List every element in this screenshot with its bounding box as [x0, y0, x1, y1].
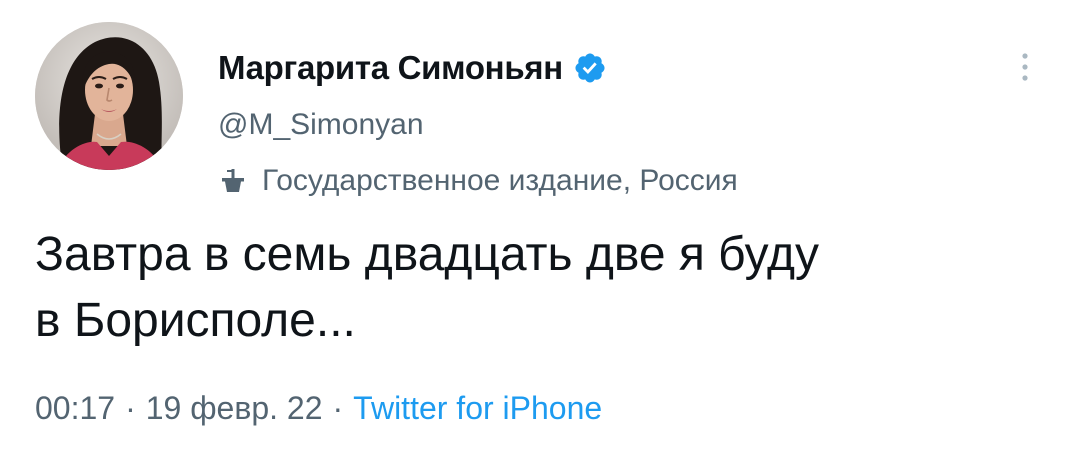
tweet-text-line: в Борисполе... — [35, 294, 356, 347]
tweet-text-line: Завтра в семь двадцать две я буду — [35, 228, 820, 281]
state-media-label[interactable]: Государственное издание, Россия — [218, 164, 738, 198]
meta-separator: · — [332, 390, 344, 426]
tweet-text: Завтра в семь двадцать две я буду в Бори… — [35, 222, 1045, 354]
tweet-meta: 00:17 · 19 февр. 22 · Twitter for iPhone — [35, 390, 602, 427]
tweet-source-link[interactable]: Twitter for iPhone — [353, 390, 602, 426]
avatar-photo — [35, 22, 183, 170]
tweet-time[interactable]: 00:17 — [35, 390, 115, 426]
government-podium-icon — [218, 166, 248, 196]
author-handle[interactable]: @M_Simonyan — [218, 108, 424, 142]
author-name-row[interactable]: Маргарита Симоньян — [218, 48, 607, 88]
state-media-label-text[interactable]: Государственное издание, Россия — [262, 164, 738, 198]
tweet-card: Маргарита Симоньян @M_Simonyan Государст… — [0, 0, 1080, 456]
verified-badge-icon — [573, 51, 607, 85]
meta-separator: · — [125, 390, 136, 426]
more-vertical-icon[interactable] — [1008, 48, 1042, 88]
tweet-date[interactable]: 19 февр. 22 — [146, 390, 323, 426]
avatar[interactable] — [35, 22, 183, 170]
author-display-name[interactable]: Маргарита Симоньян — [218, 49, 563, 87]
